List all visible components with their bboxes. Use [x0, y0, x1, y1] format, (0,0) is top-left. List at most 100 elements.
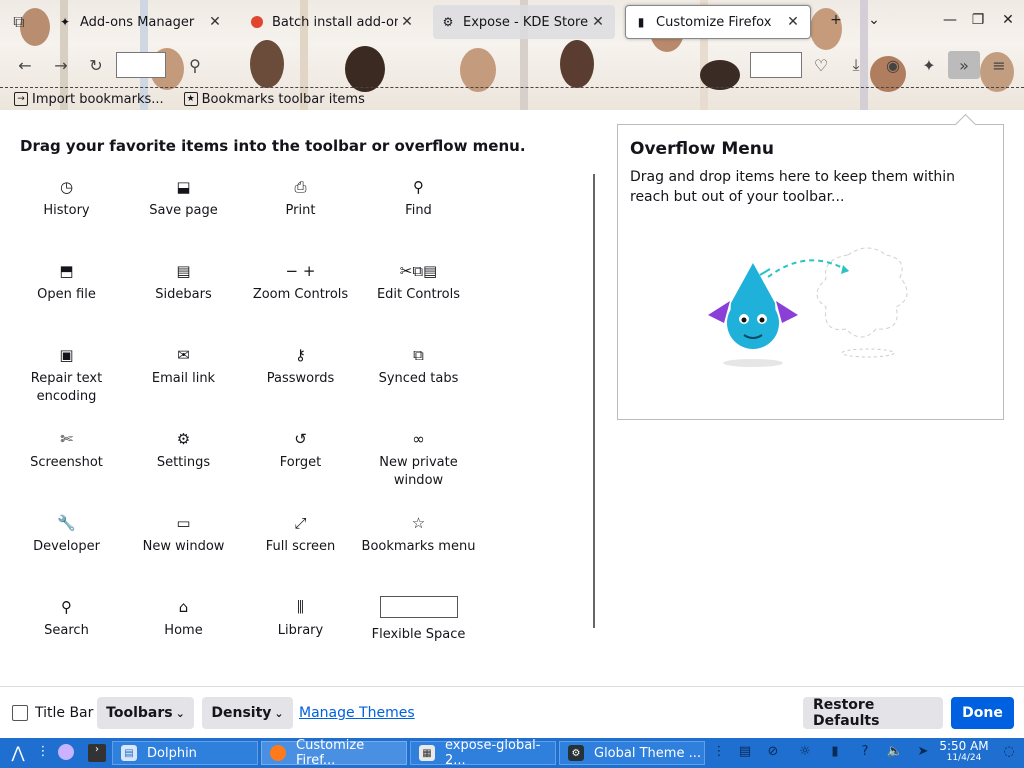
clock[interactable]: 5:50 AM 11/4/24 [938, 740, 990, 764]
taskbar-label: expose-global-2... [445, 738, 541, 768]
palette-item-find[interactable]: ⚲ Find [360, 176, 477, 220]
palette-item-repair-text-encoding[interactable]: ▣ Repair text encoding [8, 344, 125, 406]
close-icon[interactable]: ✕ [589, 14, 607, 30]
screenshot-icon: ✄ [60, 430, 73, 448]
mute-icon[interactable]: ⊘ [764, 744, 782, 762]
palette-item-flexible-space[interactable]: Flexible Space [360, 596, 477, 644]
tab-list-icon[interactable]: ⧉ [8, 11, 30, 33]
palette-item-sidebars[interactable]: ▤ Sidebars [125, 260, 242, 304]
palette-item-history[interactable]: ◷ History [8, 176, 125, 220]
density-button[interactable]: Density ⌄ [202, 697, 293, 729]
brightness-icon[interactable]: ☼ [796, 744, 814, 762]
clipboard-icon[interactable]: ▤ [736, 744, 754, 762]
toolbars-label: Toolbars [106, 705, 173, 721]
palette-item-zoom-controls[interactable]: − + Zoom Controls [242, 260, 359, 304]
close-icon[interactable]: ✕ [398, 14, 416, 30]
density-label: Density [211, 705, 272, 721]
palette-item-settings[interactable]: ⚙ Settings [125, 428, 242, 472]
palette-item-library[interactable]: ⫼ Library [242, 596, 359, 640]
forward-icon[interactable]: → [50, 54, 72, 76]
open-file-icon: ⬒ [59, 262, 74, 280]
import-bookmarks-item[interactable]: → Import bookmarks... [14, 92, 164, 107]
pocket-icon[interactable]: ♡ [810, 54, 832, 76]
gear-icon: ⚙ [176, 430, 191, 448]
taskbar-settings[interactable]: ⚙ Global Theme ... [559, 741, 705, 765]
encoding-icon: ▣ [59, 346, 74, 364]
menu-icon[interactable]: ≡ [988, 54, 1010, 76]
palette-item-new-private-window[interactable]: ∞ New private window [360, 428, 477, 490]
taskbar-firefox[interactable]: Customize Firef... [261, 738, 407, 768]
firefox-dot-icon [250, 15, 264, 29]
palette-item-label: Sidebars [155, 287, 212, 302]
palette-item-email-link[interactable]: ✉ Email link [125, 344, 242, 388]
flexible-space-placeholder[interactable] [750, 52, 802, 78]
help-icon[interactable]: ? [856, 744, 874, 762]
terminal-icon[interactable]: › [88, 744, 106, 762]
palette-item-label: Zoom Controls [252, 287, 349, 302]
wrench-icon: 🔧 [57, 514, 76, 532]
palette-item-label: Library [277, 623, 324, 638]
search-icon[interactable]: ⚲ [184, 54, 206, 76]
palette-item-label: New window [142, 539, 225, 554]
toolbars-button[interactable]: Toolbars ⌄ [97, 697, 194, 729]
account-icon[interactable]: ◉ [882, 54, 904, 76]
chevron-down-icon[interactable]: ⌄ [864, 12, 884, 32]
manage-themes-link[interactable]: Manage Themes [299, 705, 415, 721]
battery-icon[interactable]: ▮ [826, 744, 844, 762]
volume-icon[interactable]: 🔈 [886, 744, 904, 762]
bookmarks-toolbar: → Import bookmarks... ★ Bookmarks toolba… [0, 87, 1024, 110]
palette-item-new-window[interactable]: ▭ New window [125, 512, 242, 556]
tab-batch-install[interactable]: Batch install add-ons ✕ [242, 5, 424, 39]
restore-defaults-button[interactable]: Restore Defaults [803, 697, 943, 729]
browser-launcher-icon[interactable] [58, 744, 76, 762]
show-desktop-icon[interactable]: ◌ [1000, 744, 1018, 762]
bookmarks-toolbar-items[interactable]: ★ Bookmarks toolbar items [183, 92, 365, 107]
new-tab-icon[interactable]: + [826, 12, 846, 32]
palette-item-edit-controls[interactable]: ✂⧉▤ Edit Controls [360, 260, 477, 304]
palette-item-label: Full screen [265, 539, 336, 554]
close-icon[interactable]: ✕ [206, 14, 224, 30]
restore-icon[interactable]: ❐ [968, 12, 988, 32]
palette-item-label: History [43, 203, 90, 218]
palette-item-screenshot[interactable]: ✄ Screenshot [8, 428, 125, 472]
customize-footer: Title Bar Toolbars ⌄ Density ⌄ Manage Th… [0, 686, 1024, 738]
overflow-menu-panel[interactable]: Overflow Menu Drag and drop items here t… [617, 124, 1004, 420]
reload-icon[interactable]: ↻ [85, 54, 107, 76]
overflow-chevron-icon[interactable]: » [948, 51, 980, 79]
taskbar-document[interactable]: ▦ expose-global-2... [410, 738, 556, 768]
palette-item-label: Flexible Space [371, 627, 466, 642]
search-icon: ⚲ [413, 178, 424, 196]
print-icon: ⎙ [294, 178, 307, 196]
palette-item-print[interactable]: ⎙ Print [242, 176, 359, 220]
palette-item-label: Forget [279, 455, 322, 470]
minimize-icon[interactable]: — [940, 12, 960, 32]
palette-item-full-screen[interactable]: ⤢ Full screen [242, 512, 359, 556]
palette-item-passwords[interactable]: ⚷ Passwords [242, 344, 359, 388]
back-icon[interactable]: ← [14, 54, 36, 76]
palette-item-search[interactable]: ⚲ Search [8, 596, 125, 640]
tab-label: Customize Firefox [656, 14, 772, 30]
palette-item-open-file[interactable]: ⬒ Open file [8, 260, 125, 304]
close-window-icon[interactable]: ✕ [998, 12, 1018, 32]
title-bar-checkbox[interactable] [12, 705, 28, 721]
download-icon[interactable]: ⤓ [845, 54, 867, 76]
palette-item-label: Search [44, 623, 89, 638]
palette-item-forget[interactable]: ↺ Forget [242, 428, 359, 472]
palette-item-home[interactable]: ⌂ Home [125, 596, 242, 640]
overflow-description: Drag and drop items here to keep them wi… [630, 169, 956, 205]
home-placeholder-box[interactable] [116, 52, 166, 78]
overflow-tray-icon[interactable]: ⋮ [710, 744, 728, 762]
clock-icon: ◷ [59, 178, 74, 196]
palette-item-developer[interactable]: 🔧 Developer [8, 512, 125, 556]
close-icon[interactable]: ✕ [784, 14, 802, 30]
tab-customize-firefox[interactable]: ▮ Customize Firefox ✕ [625, 5, 811, 39]
palette-item-bookmarks-menu[interactable]: ☆ Bookmarks menu [360, 512, 477, 556]
done-button[interactable]: Done [951, 697, 1014, 729]
palette-item-save-page[interactable]: ⬓ Save page [125, 176, 242, 220]
tab-expose-kde[interactable]: ⚙ Expose - KDE Store ✕ [433, 5, 615, 39]
app-launcher-icon[interactable]: ⋀ [8, 743, 28, 762]
taskbar-dolphin[interactable]: ▤ Dolphin [112, 741, 258, 765]
tab-addons-manager[interactable]: ✦ Add-ons Manager ✕ [50, 5, 232, 39]
extensions-icon[interactable]: ✦ [918, 54, 940, 76]
palette-item-synced-tabs[interactable]: ⧉ Synced tabs [360, 344, 477, 388]
